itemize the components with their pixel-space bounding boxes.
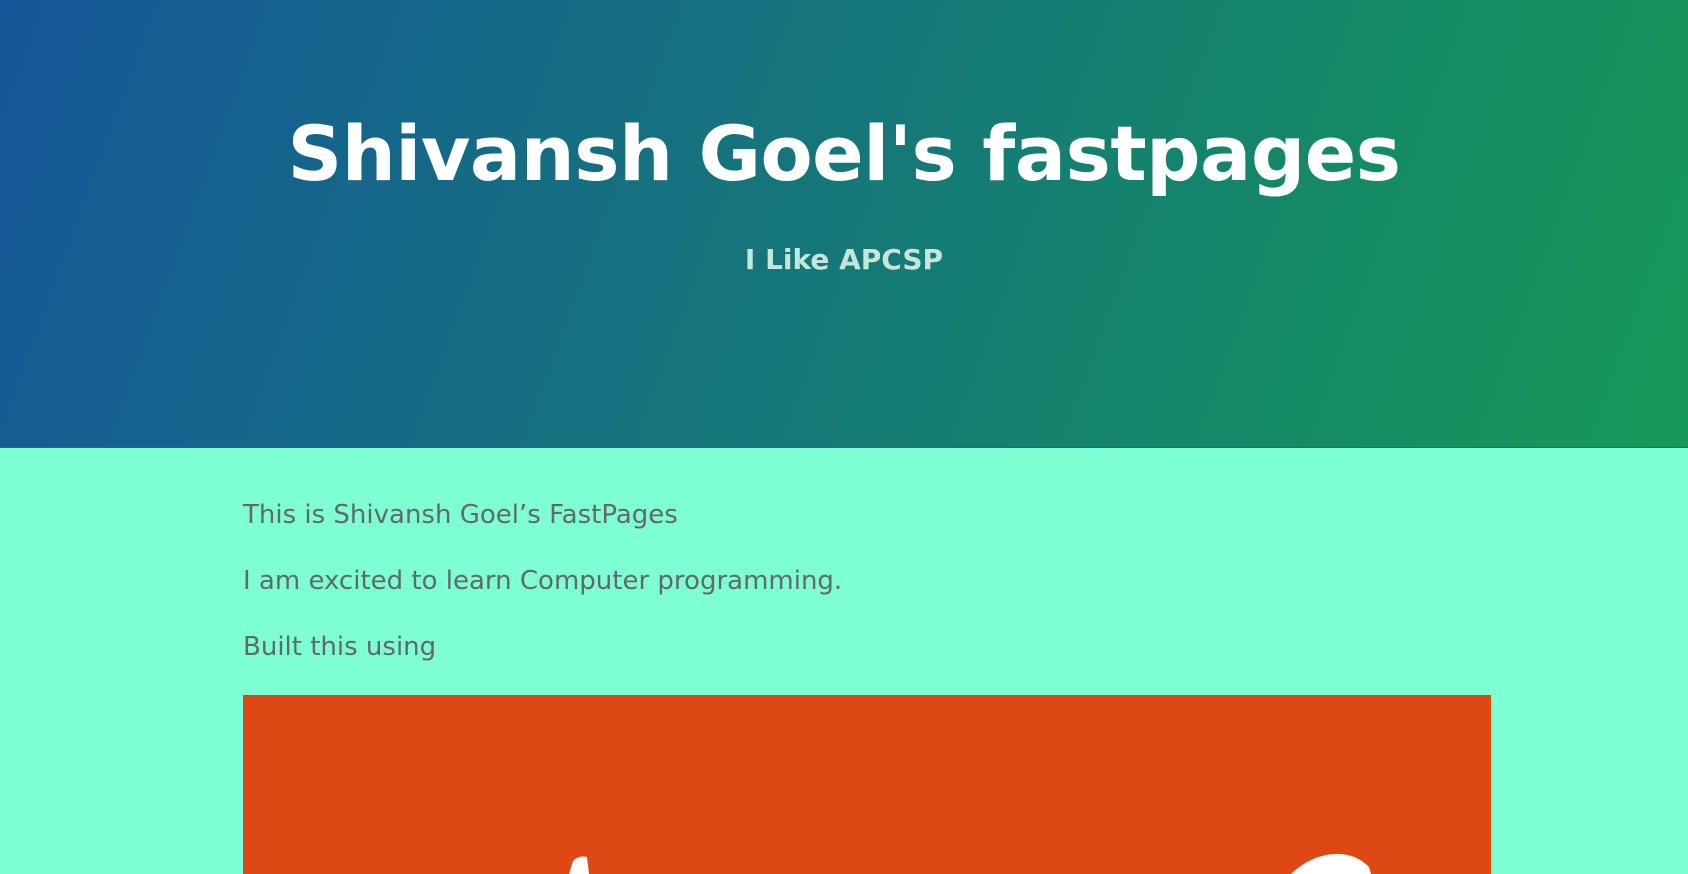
fastpages-logo-image [243, 695, 1491, 874]
excitement-paragraph: I am excited to learn Computer programmi… [243, 566, 843, 596]
site-title[interactable]: Shivansh Goel's fastpages [0, 104, 1688, 204]
main-content: This is Shivansh Goel’s FastPages I am e… [0, 448, 1688, 874]
site-tagline: I Like APCSP [744, 243, 944, 276]
logo-stroke-right [1291, 853, 1371, 874]
fastpages-logo-graphic [569, 853, 1371, 874]
logo-stroke-left [569, 856, 589, 874]
built-with-paragraph: Built this using [243, 632, 437, 662]
page-header: Shivansh Goel's fastpages I Like APCSP [0, 0, 1688, 448]
intro-paragraph: This is Shivansh Goel’s FastPages [243, 500, 678, 530]
